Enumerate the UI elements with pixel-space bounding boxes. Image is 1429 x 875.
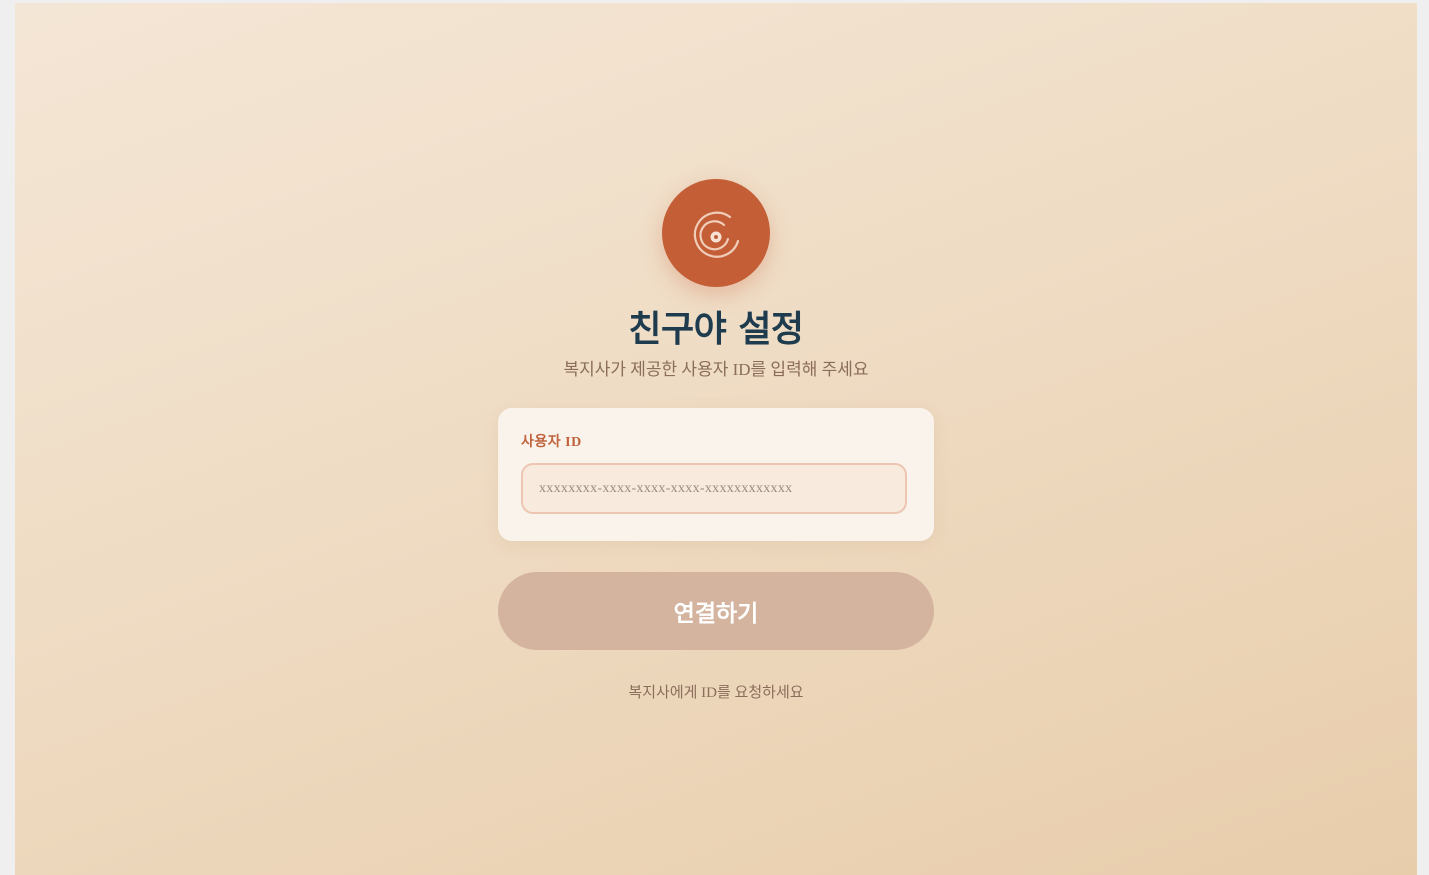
- app-logo: [662, 179, 770, 287]
- setup-screen: 친구야 설정 복지사가 제공한 사용자 ID를 입력해 주세요 사용자 ID 연…: [15, 3, 1417, 875]
- connect-button[interactable]: 연결하기: [498, 572, 934, 650]
- user-id-card: 사용자 ID: [498, 408, 934, 541]
- request-id-hint: 복지사에게 ID를 요청하세요: [628, 685, 804, 701]
- vinyl-record-icon: [693, 211, 740, 258]
- user-id-input[interactable]: [521, 463, 907, 514]
- page-title: 친구야 설정: [628, 309, 804, 350]
- page-subtitle: 복지사가 제공한 사용자 ID를 입력해 주세요: [563, 360, 869, 379]
- user-id-label: 사용자 ID: [521, 435, 582, 450]
